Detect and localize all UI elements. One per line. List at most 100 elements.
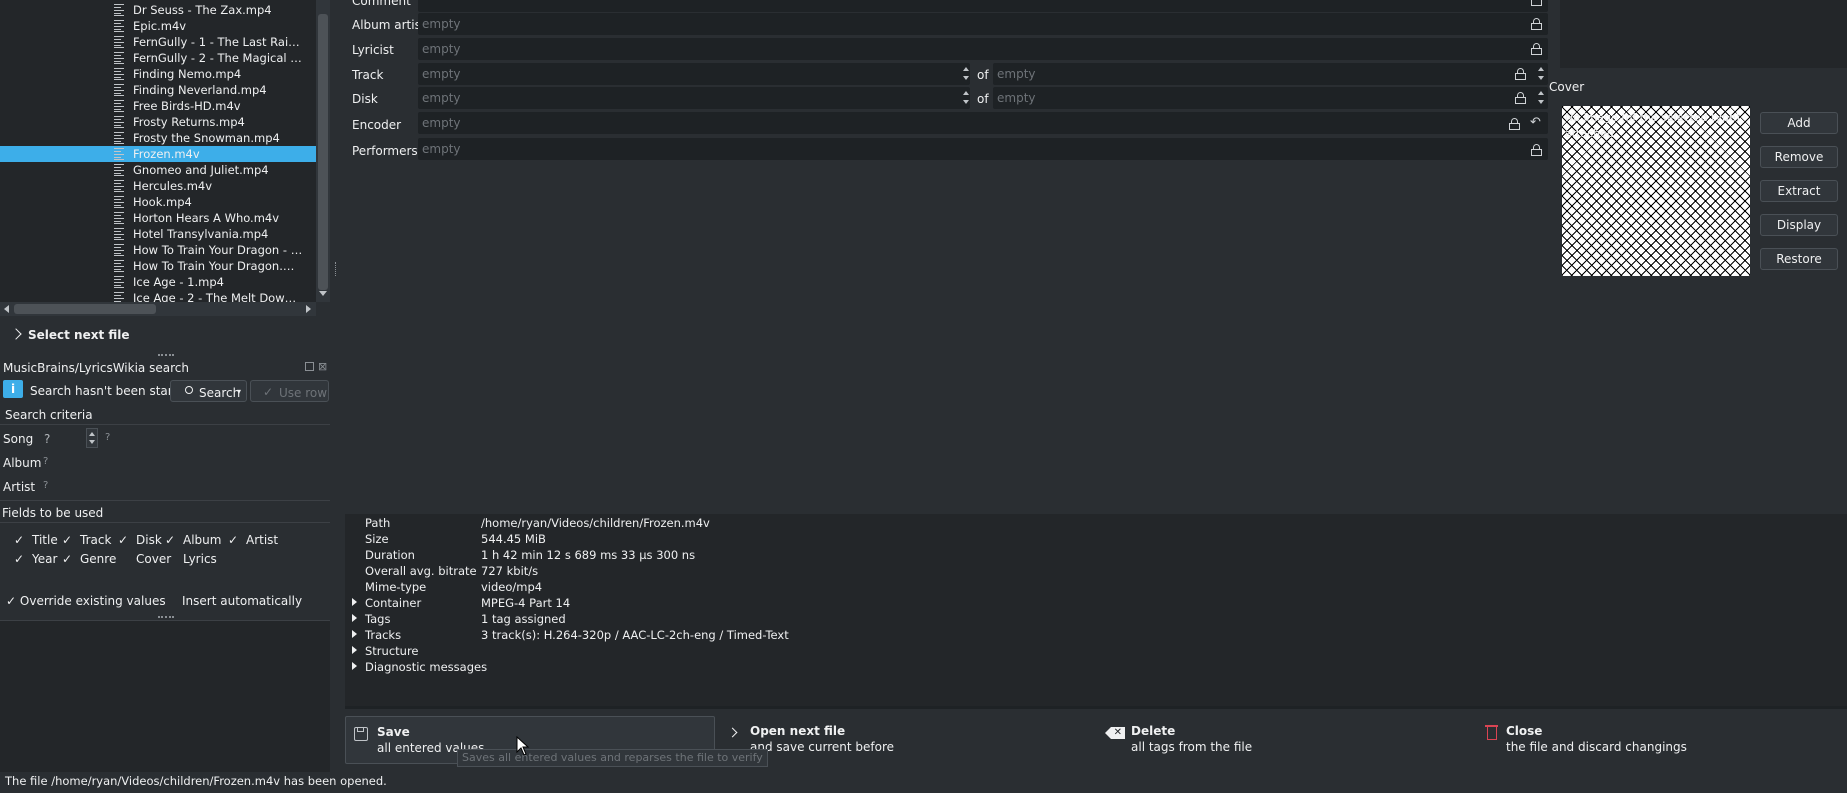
spin-down-icon[interactable]: [89, 440, 95, 444]
file-list-item[interactable]: Finding Nemo.mp4: [0, 66, 316, 82]
file-list-item[interactable]: Horton Hears A Who.m4v: [0, 210, 316, 226]
field-checkbox-cover[interactable]: Cover: [118, 552, 171, 566]
lock-icon[interactable]: [1531, 0, 1542, 6]
file-list-item[interactable]: Ice Age - 1.mp4: [0, 274, 316, 290]
field-label: Title: [32, 533, 58, 547]
open-next-file-button[interactable]: Open next file and save current before: [725, 716, 1095, 764]
cover-add-button[interactable]: Add: [1760, 112, 1838, 134]
checkmark-icon: ✓: [165, 533, 176, 547]
artist-field[interactable]: ?: [43, 480, 48, 491]
select-next-file-button[interactable]: Select next file: [28, 328, 130, 342]
comment-field[interactable]: [418, 0, 1548, 12]
delete-tags-button[interactable]: ✕ Delete all tags from the file: [1100, 716, 1470, 764]
lock-icon[interactable]: [1531, 43, 1542, 55]
file-list-item[interactable]: Hercules.m4v: [0, 178, 316, 194]
cover-remove-button[interactable]: Remove: [1760, 146, 1838, 168]
file-list-item[interactable]: Frosty Returns.mp4: [0, 114, 316, 130]
cover-restore-button[interactable]: Restore: [1760, 248, 1838, 270]
disk-total-spinbox[interactable]: empty: [993, 87, 1548, 109]
file-list-item[interactable]: Finding Neverland.mp4: [0, 82, 316, 98]
expand-arrow-icon[interactable]: [352, 662, 357, 670]
splitter-handle-icon[interactable]: [158, 354, 174, 356]
file-list[interactable]: Dr Seuss - The Zax.mp4 Epic.m4v FernGully …: [0, 0, 316, 302]
file-list-item[interactable]: Frozen.m4v: [0, 146, 316, 162]
spin-arrows-icon[interactable]: [1535, 87, 1547, 109]
splitter-handle-icon[interactable]: [335, 262, 337, 276]
splitter-handle-icon[interactable]: [158, 616, 174, 618]
splitter[interactable]: [330, 0, 345, 793]
album-field[interactable]: ?: [43, 456, 48, 467]
tracks-label[interactable]: Tracks: [365, 628, 401, 642]
expand-arrow-icon[interactable]: [352, 630, 357, 638]
search-results-panel[interactable]: [0, 620, 330, 772]
container-label[interactable]: Container: [365, 596, 421, 610]
spin-arrows-icon[interactable]: [960, 63, 972, 85]
field-checkbox-track[interactable]: ✓ Track: [62, 533, 111, 547]
file-icon: [114, 68, 124, 80]
structure-label[interactable]: Structure: [365, 644, 419, 658]
tags-label[interactable]: Tags: [365, 612, 390, 626]
field-checkbox-lyrics[interactable]: Lyrics: [165, 552, 217, 566]
file-list-item[interactable]: Hotel Transylvania.mp4: [0, 226, 316, 242]
separator: [345, 706, 1847, 709]
expand-arrow-icon[interactable]: [352, 598, 357, 606]
restore-icon[interactable]: ↶: [1530, 115, 1541, 130]
expand-arrow-icon[interactable]: [352, 614, 357, 622]
chevron-right-icon[interactable]: [10, 328, 22, 340]
lyricist-field[interactable]: empty: [418, 38, 1548, 60]
track-total-spinbox[interactable]: empty: [993, 63, 1548, 85]
file-list-vertical-scrollbar[interactable]: [316, 0, 330, 302]
scrollbar-thumb[interactable]: [318, 14, 328, 290]
cover-extract-button[interactable]: Extract: [1760, 180, 1838, 202]
scrollbar-thumb[interactable]: [14, 304, 156, 314]
file-list-item[interactable]: Hook.mp4: [0, 194, 316, 210]
field-checkbox-artist[interactable]: ✓ Artist: [228, 533, 278, 547]
file-list-item[interactable]: Frosty the Snowman.mp4: [0, 130, 316, 146]
encoder-field[interactable]: empty: [418, 112, 1548, 134]
song-spinbox[interactable]: [86, 428, 98, 448]
file-list-item[interactable]: How To Train Your Dragon.mp4: [0, 258, 316, 274]
float-dock-icon[interactable]: [305, 362, 314, 371]
spin-arrows-icon[interactable]: [1535, 63, 1547, 85]
track-number-spinbox[interactable]: empty: [418, 63, 970, 85]
close-dock-icon[interactable]: ⊠: [318, 360, 327, 373]
file-list-item[interactable]: Epic.m4v: [0, 18, 316, 34]
close-file-button[interactable]: Close the file and discard changings: [1478, 716, 1847, 764]
use-row-button[interactable]: ✓ Use row: [250, 380, 329, 402]
lock-icon[interactable]: [1515, 92, 1526, 104]
spin-arrows-icon[interactable]: [960, 87, 972, 109]
diagnostic-messages-label[interactable]: Diagnostic messages: [365, 660, 487, 674]
expand-arrow-icon[interactable]: [352, 646, 357, 654]
file-list-item[interactable]: Ice Age - 2 - The Melt Down.m...: [0, 290, 316, 302]
lock-icon[interactable]: [1509, 118, 1520, 130]
file-list-item[interactable]: Gnomeo and Juliet.mp4: [0, 162, 316, 178]
lock-icon[interactable]: [1531, 18, 1542, 30]
file-name: Ice Age - 2 - The Melt Down.m...: [133, 291, 303, 302]
lock-icon[interactable]: [1515, 68, 1526, 80]
file-list-item[interactable]: Dr Seuss - The Zax.mp4: [0, 2, 316, 18]
field-checkbox-year[interactable]: ✓ Year: [14, 552, 57, 566]
file-list-item[interactable]: FernGully - 1 - The Last Rainfo...: [0, 34, 316, 50]
search-button[interactable]: Search ▾: [170, 380, 247, 402]
file-list-item[interactable]: FernGully - 2 - The Magical Re...: [0, 50, 316, 66]
scroll-right-arrow-icon[interactable]: [306, 305, 311, 313]
disk-number-spinbox[interactable]: empty: [418, 87, 970, 109]
file-list-item[interactable]: Free Birds-HD.m4v: [0, 98, 316, 114]
field-checkbox-disk[interactable]: ✓ Disk: [118, 533, 162, 547]
lock-icon[interactable]: [1531, 144, 1542, 156]
field-checkbox-title[interactable]: ✓ Title: [14, 533, 58, 547]
file-list-horizontal-scrollbar[interactable]: [0, 302, 316, 316]
field-checkbox-genre[interactable]: ✓ Genre: [62, 552, 116, 566]
file-list-item[interactable]: How To Train Your Dragon - 2-...: [0, 242, 316, 258]
scroll-down-arrow-icon[interactable]: [319, 291, 327, 296]
song-field[interactable]: ?: [44, 432, 50, 446]
album-artist-field[interactable]: empty: [418, 13, 1548, 35]
override-checkbox[interactable]: ✓ Override existing values: [6, 594, 166, 608]
song-help: ?: [105, 432, 111, 443]
performers-field[interactable]: empty: [418, 138, 1548, 160]
field-checkbox-album[interactable]: ✓ Album: [165, 533, 221, 547]
scroll-left-arrow-icon[interactable]: [4, 305, 9, 313]
spin-up-icon[interactable]: [89, 432, 95, 436]
cover-display-button[interactable]: Display: [1760, 214, 1838, 236]
insert-automatically-checkbox[interactable]: Insert automatically: [182, 594, 302, 608]
